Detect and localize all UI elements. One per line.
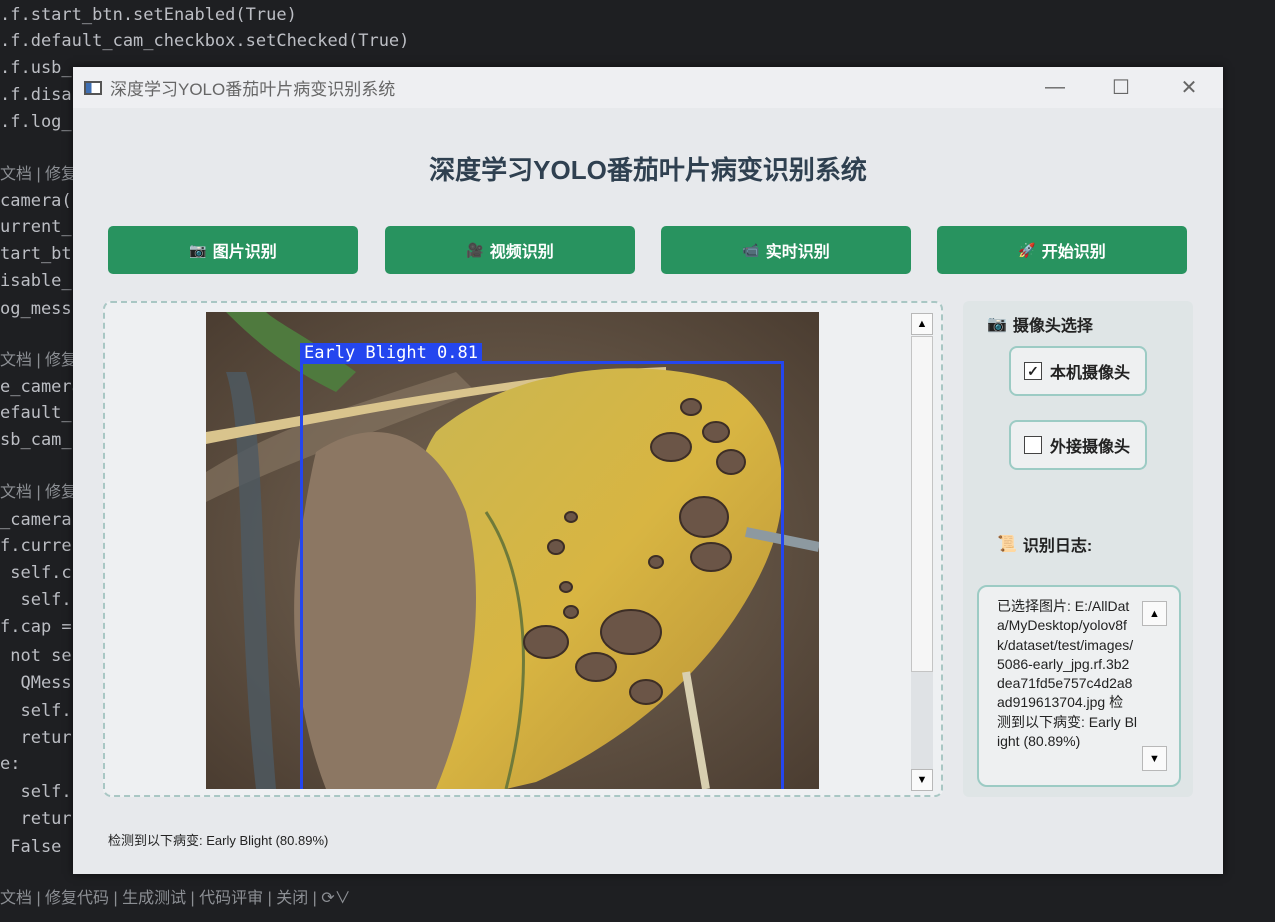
code-line: og_mess <box>0 299 72 319</box>
code-line: self.c <box>0 563 72 583</box>
video-camera-icon: 🎥 <box>466 241 484 258</box>
code-lens-line: 文档 | 修复 <box>0 484 78 501</box>
code-line: e_camera <box>0 377 82 397</box>
scroll-up-arrow-icon[interactable]: ▲ <box>911 313 933 335</box>
side-panel: 📷 摄像头选择 ✓ 本机摄像头 外接摄像头 📜 识别日志: 已选择图片: E:/… <box>963 301 1193 797</box>
scroll-down-arrow-icon[interactable]: ▼ <box>911 769 933 791</box>
app-window: 深度学习YOLO番茄叶片病变识别系统 — ☐ ✕ 深度学习YOLO番茄叶片病变识… <box>73 67 1223 874</box>
close-icon: ✕ <box>1180 77 1198 99</box>
code-line: .f.start_btn.setEnabled(True) <box>0 5 297 25</box>
webcam-icon: 📹 <box>742 241 760 258</box>
code-line: .f.disa <box>0 85 72 105</box>
code-line: self. <box>0 590 72 610</box>
status-text: 检测到以下病变: Early Blight (80.89%) <box>108 833 329 848</box>
image-view-panel: Early Blight 0.81 ▲ ▼ <box>103 301 943 797</box>
camera-icon: 📷 <box>189 241 207 258</box>
code-line: self. <box>0 701 72 721</box>
code-line: retur <box>0 728 72 748</box>
page-title: 深度学习YOLO番茄叶片病变识别系统 <box>429 155 867 185</box>
code-line: e: <box>0 754 21 774</box>
image-scrollbar[interactable]: ▲ ▼ <box>911 313 933 791</box>
detection-bounding-box <box>300 361 784 789</box>
code-line: isable_ <box>0 271 72 291</box>
code-line: sb_cam_ <box>0 430 72 450</box>
app-icon <box>84 80 102 95</box>
button-label: 实时识别 <box>765 244 830 261</box>
detection-image: Early Blight 0.81 <box>206 312 819 789</box>
code-line: False <box>0 837 62 857</box>
image-detect-button[interactable]: 📷 图片识别 <box>108 226 358 274</box>
code-line: f.curre <box>0 536 72 556</box>
camera-section-title: 📷 摄像头选择 <box>987 312 1093 336</box>
local-camera-label: 本机摄像头 <box>1050 365 1131 382</box>
code-line: efault_ <box>0 403 72 423</box>
camera-icon: 📷 <box>987 316 1007 333</box>
code-line: not se <box>0 646 72 666</box>
log-section-title: 📜 识别日志: <box>997 532 1092 556</box>
code-line: f.cap = <box>0 617 72 637</box>
usb-camera-checkbox[interactable]: 外接摄像头 <box>1009 420 1147 470</box>
start-detect-button[interactable]: 🚀 开始识别 <box>937 226 1187 274</box>
scroll-icon: 📜 <box>997 536 1017 553</box>
maximize-icon: ☐ <box>1112 77 1130 99</box>
local-camera-checkbox[interactable]: ✓ 本机摄像头 <box>1009 346 1147 396</box>
rocket-icon: 🚀 <box>1018 241 1036 258</box>
code-line: retur <box>0 809 72 829</box>
code-lens-line: 文档 | 修复 <box>0 352 78 369</box>
code-line: urrent_ <box>0 217 72 237</box>
minimize-icon: — <box>1045 76 1065 98</box>
realtime-detect-button[interactable]: 📹 实时识别 <box>661 226 911 274</box>
log-scroll-up-icon[interactable]: ▲ <box>1142 601 1167 626</box>
code-line: .f.default_cam_checkbox.setChecked(True) <box>0 31 410 51</box>
button-label: 图片识别 <box>212 244 277 261</box>
log-output[interactable]: 已选择图片: E:/AllData/MyDesktop/yolov8fk/dat… <box>977 585 1181 787</box>
log-scroll-down-icon[interactable]: ▼ <box>1142 746 1167 771</box>
detection-label: Early Blight 0.81 <box>300 343 482 363</box>
minimize-button[interactable]: — <box>1021 67 1089 108</box>
close-button[interactable]: ✕ <box>1155 67 1223 108</box>
code-line: _camera <box>0 510 72 530</box>
checkbox-checked-icon[interactable]: ✓ <box>1024 362 1042 380</box>
code-line: QMess <box>0 673 72 693</box>
maximize-button[interactable]: ☐ <box>1087 67 1155 108</box>
code-line: .f.usb_ <box>0 58 72 78</box>
log-section-label: 识别日志: <box>1022 538 1093 555</box>
button-label: 视频识别 <box>489 244 554 261</box>
button-label: 开始识别 <box>1041 244 1106 261</box>
scroll-thumb[interactable] <box>911 336 933 672</box>
code-lens-actions[interactable]: 文档 | 修复代码 | 生成测试 | 代码评审 | 关闭 | ⟳∨ <box>0 886 351 912</box>
window-title: 深度学习YOLO番茄叶片病变识别系统 <box>110 80 396 99</box>
camera-section-label: 摄像头选择 <box>1012 318 1093 335</box>
title-bar[interactable]: 深度学习YOLO番茄叶片病变识别系统 — ☐ ✕ <box>73 67 1223 108</box>
code-line: camera( <box>0 191 72 211</box>
client-area: 深度学习YOLO番茄叶片病变识别系统 📷 图片识别 🎥 视频识别 📹 实时识别 … <box>73 108 1223 874</box>
video-detect-button[interactable]: 🎥 视频识别 <box>385 226 635 274</box>
code-line: tart_bt <box>0 244 72 264</box>
code-line: .f.log_ <box>0 112 72 132</box>
code-lens-line: 文档 | 修复 <box>0 166 78 183</box>
checkbox-unchecked-icon[interactable] <box>1024 436 1042 454</box>
log-text: 已选择图片: E:/AllData/MyDesktop/yolov8fk/dat… <box>997 598 1138 750</box>
usb-camera-label: 外接摄像头 <box>1050 439 1131 456</box>
code-line: self. <box>0 782 72 802</box>
